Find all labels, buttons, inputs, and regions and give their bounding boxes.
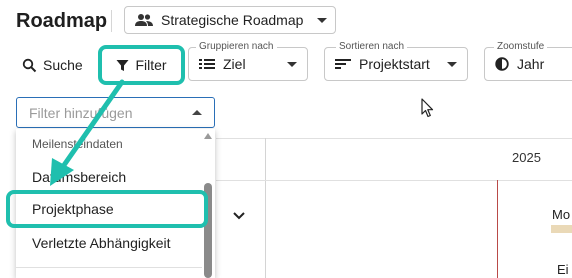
view-selector-button[interactable]: Strategische Roadmap <box>124 6 336 34</box>
people-icon <box>135 13 153 27</box>
dropdown-item-verletzte-abhaengigkeit[interactable]: Verletzte Abhängigkeit <box>16 227 202 259</box>
sort-by-label: Sortieren nach <box>336 41 408 53</box>
dropdown-group-header: Meilensteindaten <box>32 137 123 151</box>
title-divider <box>111 10 112 32</box>
timeline-border <box>216 138 572 139</box>
sort-by-value: Projektstart <box>359 56 430 72</box>
search-button[interactable]: Suche <box>22 53 83 77</box>
dropdown-divider <box>16 267 202 268</box>
timeline-year-label: 2025 <box>512 150 541 165</box>
chevron-down-icon <box>447 61 457 67</box>
mouse-cursor-icon <box>421 98 435 118</box>
filter-add-input[interactable]: Filter hinzufügen <box>16 97 215 128</box>
list-icon <box>199 58 215 70</box>
chevron-up-icon[interactable] <box>192 110 202 115</box>
zoom-icon <box>495 57 509 71</box>
timeline-column-divider <box>265 138 266 278</box>
search-icon <box>22 58 37 73</box>
scroll-up-icon[interactable] <box>204 133 212 139</box>
today-marker-line <box>497 180 498 278</box>
chevron-down-icon[interactable] <box>232 211 246 221</box>
dropdown-item-datumsbereich[interactable]: Datumsbereich <box>16 161 202 193</box>
zoom-label: Zoomstufe <box>494 41 548 53</box>
search-label: Suche <box>43 57 83 73</box>
filter-button[interactable]: Filter <box>98 45 185 85</box>
filter-label: Filter <box>135 57 167 73</box>
highlight-frame-projektphase <box>6 190 208 228</box>
view-selector-label: Strategische Roadmap <box>161 12 304 28</box>
filter-input-placeholder: Filter hinzufügen <box>29 104 133 121</box>
roadmap-item-label[interactable]: Mo <box>552 207 570 222</box>
roadmap-row-label[interactable]: Ei <box>557 262 569 277</box>
timeline-header-divider <box>216 180 572 181</box>
chevron-down-icon <box>287 61 297 67</box>
chevron-down-icon <box>317 17 328 23</box>
page-title: Roadmap <box>16 10 108 32</box>
zoom-value: Jahr <box>517 56 545 72</box>
roadmap-item-bar[interactable] <box>551 225 572 233</box>
group-by-label: Gruppieren nach <box>196 41 277 53</box>
sort-icon <box>335 58 351 70</box>
group-by-value: Ziel <box>223 56 246 72</box>
filter-icon <box>116 59 129 72</box>
